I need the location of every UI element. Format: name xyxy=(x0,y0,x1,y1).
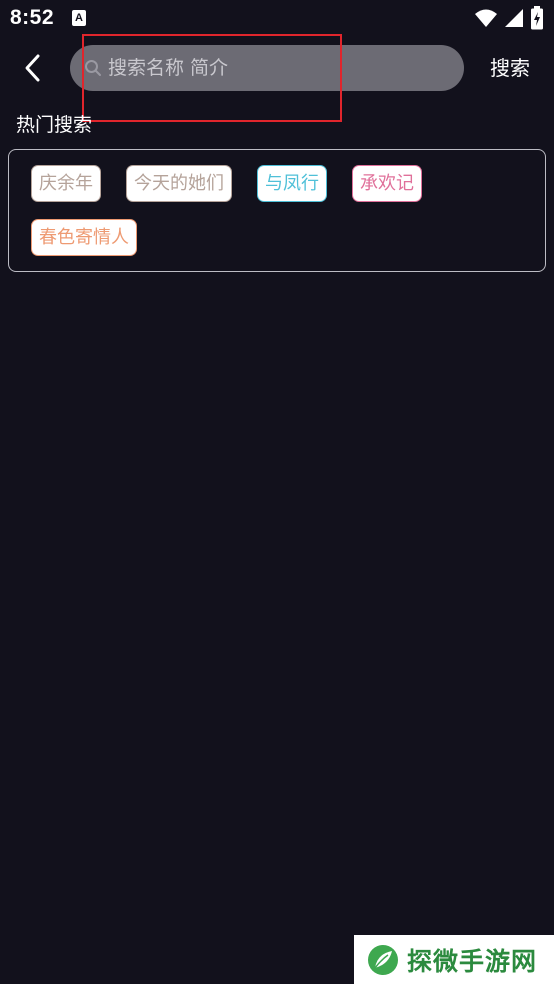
search-bar[interactable] xyxy=(70,45,464,91)
chevron-left-icon xyxy=(25,54,40,82)
hot-tag[interactable]: 今天的她们 xyxy=(126,165,232,202)
search-input[interactable] xyxy=(102,45,464,91)
status-bar: 8:52 A xyxy=(0,0,554,36)
hot-tag[interactable]: 春色寄情人 xyxy=(31,219,137,256)
search-screen: 8:52 A 搜索 热 xyxy=(0,0,554,984)
hot-tag[interactable]: 与凤行 xyxy=(257,165,327,202)
notification-icon: A xyxy=(72,10,86,26)
hot-search-panel: 庆余年 今天的她们 与凤行 承欢记 春色寄情人 xyxy=(8,149,546,272)
battery-icon xyxy=(531,6,543,30)
hot-tag[interactable]: 庆余年 xyxy=(31,165,101,202)
status-icons xyxy=(474,6,544,30)
search-button[interactable]: 搜索 xyxy=(478,52,542,84)
search-icon xyxy=(85,60,101,76)
signal-icon xyxy=(505,9,523,27)
back-button[interactable] xyxy=(14,50,50,86)
hot-tag[interactable]: 承欢记 xyxy=(352,165,422,202)
watermark: 探微手游网 xyxy=(354,935,554,984)
watermark-text: 探微手游网 xyxy=(407,946,538,976)
leaf-logo-icon xyxy=(368,944,398,975)
hot-search-title: 热门搜索 xyxy=(16,114,93,136)
wifi-icon xyxy=(475,9,497,27)
status-time: 8:52 xyxy=(10,6,55,29)
